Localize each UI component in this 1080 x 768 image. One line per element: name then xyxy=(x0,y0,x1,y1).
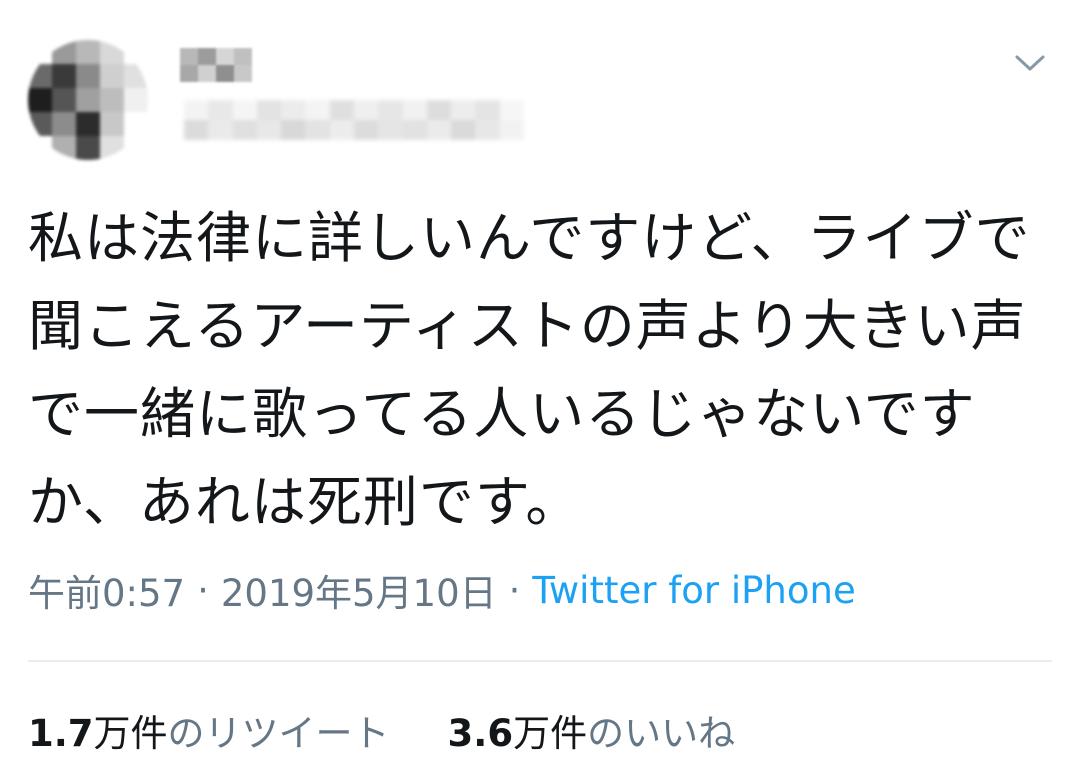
redaction-pixel xyxy=(451,100,476,120)
redaction-pixel xyxy=(234,65,252,82)
chevron-down-icon xyxy=(1015,55,1045,71)
redaction-pixel xyxy=(378,120,403,140)
likes-stat[interactable]: 3.6 万件 のいいね xyxy=(448,703,736,757)
redaction-pixel xyxy=(52,136,76,160)
redaction-pixel xyxy=(76,112,100,136)
redaction-pixel xyxy=(28,88,52,112)
retweet-unit: 万件 xyxy=(93,712,168,755)
redaction-pixel xyxy=(28,64,52,88)
redaction-pixel xyxy=(124,88,148,112)
retweet-label: のリツイート xyxy=(167,712,390,755)
divider xyxy=(28,660,1052,662)
redaction-pixel xyxy=(198,65,216,82)
redaction-pixel xyxy=(426,100,452,120)
redaction-pixel xyxy=(180,65,198,82)
redaction-pixel xyxy=(28,136,52,160)
redaction-pixel xyxy=(52,112,76,136)
redaction-pixel xyxy=(208,100,233,120)
retweet-count: 1.7 xyxy=(28,712,94,755)
like-unit: 万件 xyxy=(513,712,588,755)
redaction-pixel xyxy=(256,120,282,140)
redaction-pixel xyxy=(100,136,124,160)
retweets-stat[interactable]: 1.7 万件 のリツイート xyxy=(28,703,390,757)
redaction-pixel xyxy=(281,100,306,120)
redaction-pixel xyxy=(329,120,354,140)
redaction-pixel xyxy=(76,88,100,112)
redaction-pixel xyxy=(100,40,124,64)
redaction-pixel xyxy=(76,40,100,64)
redaction-pixel xyxy=(378,100,403,120)
redaction-pixel xyxy=(76,64,100,88)
tweet-card: 私は法律に詳しいんですけど、ライブで聞こえるアーティストの声より大きい声で一緒に… xyxy=(0,0,1080,768)
tweet-stats: 1.7 万件 のリツイート 3.6 万件 のいいね xyxy=(28,704,735,756)
redaction-pixel xyxy=(76,136,100,160)
tweet-source-link[interactable]: Twitter for iPhone xyxy=(532,569,855,612)
redaction-pixel xyxy=(354,100,379,120)
redaction-pixel xyxy=(475,100,500,120)
redaction-pixel xyxy=(354,120,379,140)
redaction-pixel xyxy=(28,112,52,136)
redaction-pixel xyxy=(216,48,234,65)
redaction-pixel xyxy=(100,112,124,136)
redaction-pixel xyxy=(100,64,124,88)
tweet-meta: 午前0:57 · 2019年5月10日 · Twitter for iPhone xyxy=(28,564,856,616)
redaction-pixel xyxy=(52,88,76,112)
redaction-pixel xyxy=(256,100,282,120)
redaction-pixel xyxy=(198,48,216,65)
avatar[interactable] xyxy=(28,40,148,160)
redaction-pixel xyxy=(124,40,148,64)
redaction-pixel xyxy=(100,88,124,112)
redaction-pixel xyxy=(124,64,148,88)
redaction-pixel xyxy=(124,136,148,160)
username-redacted[interactable] xyxy=(184,100,524,140)
redaction-pixel xyxy=(184,100,209,120)
redaction-pixel xyxy=(184,120,209,140)
redaction-pixel xyxy=(499,120,524,140)
redaction-pixel xyxy=(451,120,476,140)
meta-separator: · xyxy=(197,568,209,612)
redaction-pixel xyxy=(475,120,500,140)
redaction-pixel xyxy=(426,120,452,140)
redaction-pixel xyxy=(28,40,52,64)
display-name-redacted[interactable] xyxy=(180,48,252,82)
redaction-pixel xyxy=(52,40,76,64)
redaction-pixel xyxy=(232,100,257,120)
redaction-pixel xyxy=(402,100,427,120)
redaction-pixel xyxy=(305,100,330,120)
redaction-pixel xyxy=(232,120,257,140)
redaction-pixel xyxy=(124,112,148,136)
redaction-pixel xyxy=(208,120,233,140)
meta-separator: · xyxy=(508,568,521,612)
tweet-menu-button[interactable] xyxy=(1012,50,1048,76)
tweet-text: 私は法律に詳しいんですけど、ライブで聞こえるアーティストの声より大きい声で一緒に… xyxy=(28,206,1031,534)
redaction-pixel xyxy=(329,100,354,120)
redaction-pixel xyxy=(52,64,76,88)
redaction-pixel xyxy=(402,120,427,140)
redaction-pixel xyxy=(499,100,524,120)
redaction-pixel xyxy=(216,65,234,82)
like-count: 3.6 xyxy=(447,712,514,755)
redaction-pixel xyxy=(305,120,330,140)
tweet-time[interactable]: 午前0:57 xyxy=(28,563,185,617)
redaction-pixel xyxy=(281,120,306,140)
redaction-pixel xyxy=(234,48,252,65)
redaction-pixel xyxy=(180,48,198,65)
like-label: のいいね xyxy=(587,712,736,755)
tweet-date[interactable]: 2019年5月10日 xyxy=(221,563,497,617)
